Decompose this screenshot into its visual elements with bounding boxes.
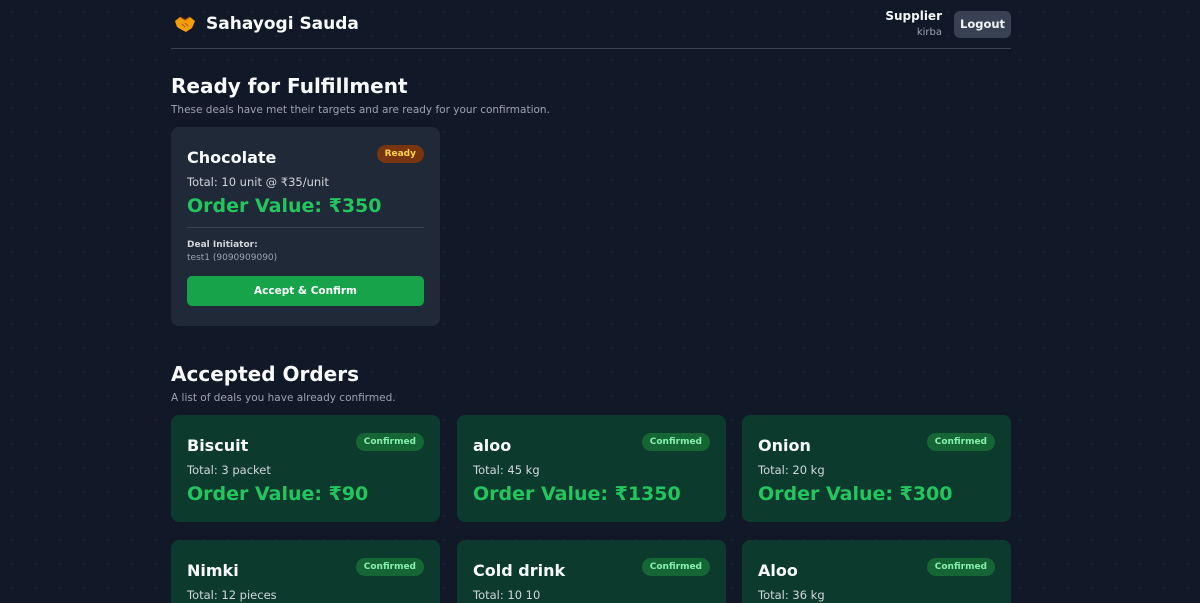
deal-card: Chocolate Ready Total: 10 unit @ ₹35/uni…	[171, 127, 440, 326]
status-badge: Confirmed	[355, 433, 424, 451]
brand[interactable]: Sahayogi Sauda	[174, 14, 359, 34]
order-card: Cold drink Confirmed Total: 10 10	[457, 540, 726, 603]
section-title-ready: Ready for Fulfillment	[171, 74, 408, 98]
app-container: Sahayogi Sauda Supplier kirba Logout Rea…	[171, 0, 1011, 603]
handshake-icon	[174, 15, 196, 33]
order-value: Order Value: ₹90	[187, 483, 369, 505]
section-subtitle-ready: These deals have met their targets and a…	[171, 104, 550, 116]
order-name: Onion	[758, 436, 811, 455]
order-card: Onion Confirmed Total: 20 kg Order Value…	[742, 415, 1011, 522]
deal-card-header: Chocolate Ready	[187, 145, 424, 167]
user-area: Supplier kirba Logout	[885, 9, 1011, 38]
status-badge: Confirmed	[641, 558, 710, 576]
order-total: Total: 36 kg	[758, 588, 825, 602]
order-value: Order Value: ₹1350	[473, 483, 681, 505]
order-card-header: Onion Confirmed	[758, 433, 995, 455]
accept-confirm-button[interactable]: Accept & Confirm	[187, 276, 424, 306]
order-card-header: Cold drink Confirmed	[473, 558, 710, 580]
order-card-header: aloo Confirmed	[473, 433, 710, 455]
order-card: Biscuit Confirmed Total: 3 packet Order …	[171, 415, 440, 522]
order-total: Total: 12 pieces	[187, 588, 277, 602]
order-card-header: Aloo Confirmed	[758, 558, 995, 580]
order-card: Aloo Confirmed Total: 36 kg	[742, 540, 1011, 603]
order-total: Total: 45 kg	[473, 463, 540, 477]
deal-total: Total: 10 unit @ ₹35/unit	[187, 175, 329, 189]
user-name: kirba	[916, 26, 942, 38]
status-badge: Confirmed	[355, 558, 424, 576]
ready-section-header: Ready for Fulfillment These deals have m…	[171, 74, 550, 116]
order-card-header: Biscuit Confirmed	[187, 433, 424, 455]
logout-button[interactable]: Logout	[954, 10, 1011, 38]
user-info: Supplier kirba	[885, 9, 942, 38]
order-card: Nimki Confirmed Total: 12 pieces	[171, 540, 440, 603]
status-badge: Confirmed	[926, 433, 995, 451]
order-card: aloo Confirmed Total: 45 kg Order Value:…	[457, 415, 726, 522]
order-card-header: Nimki Confirmed	[187, 558, 424, 580]
order-total: Total: 3 packet	[187, 463, 271, 477]
initiator-value: test1 (9090909090)	[187, 253, 278, 263]
section-title-accepted: Accepted Orders	[171, 362, 359, 386]
order-name: Nimki	[187, 561, 239, 580]
order-name: Cold drink	[473, 561, 566, 580]
top-header: Sahayogi Sauda Supplier kirba Logout	[171, 0, 1011, 49]
status-badge: Confirmed	[641, 433, 710, 451]
deal-name: Chocolate	[187, 148, 277, 167]
deal-order-value: Order Value: ₹350	[187, 195, 382, 217]
section-subtitle-accepted: A list of deals you have already confirm…	[171, 392, 396, 404]
brand-name: Sahayogi Sauda	[206, 14, 359, 34]
initiator-label: Deal Initiator:	[187, 240, 258, 250]
order-value: Order Value: ₹300	[758, 483, 953, 505]
user-role: Supplier	[885, 9, 942, 24]
status-badge: Ready	[376, 145, 424, 163]
order-name: Aloo	[758, 561, 798, 580]
order-total: Total: 10 10	[473, 588, 541, 602]
order-total: Total: 20 kg	[758, 463, 825, 477]
status-badge: Confirmed	[926, 558, 995, 576]
accepted-section-header: Accepted Orders A list of deals you have…	[171, 362, 396, 404]
order-name: Biscuit	[187, 436, 249, 455]
card-divider	[187, 227, 424, 228]
order-name: aloo	[473, 436, 512, 455]
